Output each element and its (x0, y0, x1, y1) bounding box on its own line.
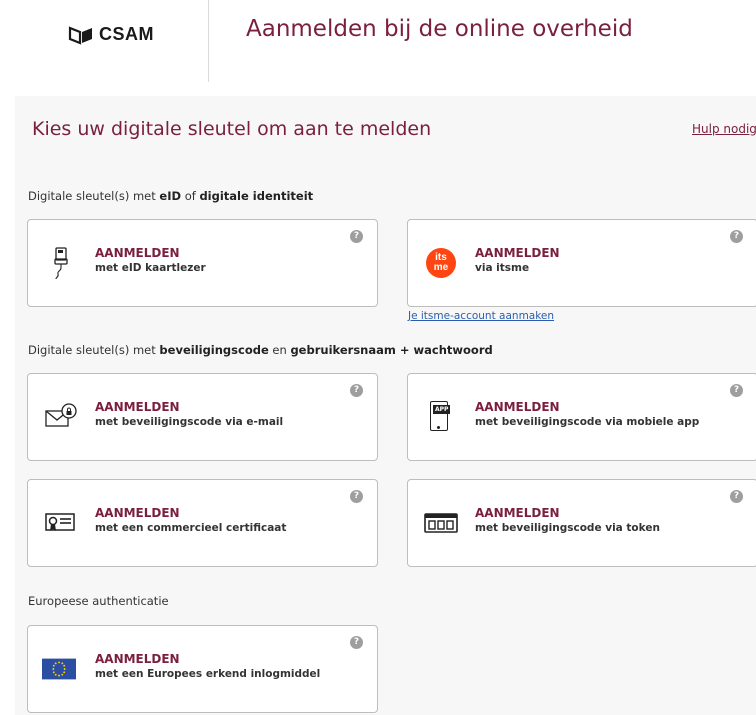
card-subtitle: met eID kaartlezer (95, 262, 206, 274)
app-badge: APP (433, 405, 451, 414)
header-divider (208, 0, 209, 82)
login-card-token[interactable]: AANMELDEN met beveiligingscode via token… (407, 479, 756, 567)
site-header: CSAM Aanmelden bij de online overheid (0, 0, 756, 82)
section-label-european: Europeese authenticatie (28, 594, 169, 608)
card-subtitle: met beveiligingscode via token (475, 522, 660, 534)
card-title: AANMELDEN (95, 400, 180, 414)
itsme-logo-line2: me (433, 262, 449, 273)
csam-logo-icon (68, 25, 92, 45)
login-panel: Kies uw digitale sleutel om aan te melde… (15, 96, 756, 715)
itsme-logo-icon: its me (424, 246, 458, 280)
card-subtitle: via itsme (475, 262, 530, 274)
logo-text: CSAM (99, 24, 154, 44)
card-title: AANMELDEN (95, 506, 180, 520)
login-card-itsme[interactable]: its me AANMELDEN via itsme ? (407, 219, 756, 307)
help-icon[interactable]: ? (350, 230, 363, 243)
card-title: AANMELDEN (475, 246, 560, 260)
help-icon[interactable]: ? (350, 384, 363, 397)
page-title: Kies uw digitale sleutel om aan te melde… (32, 118, 432, 140)
help-icon[interactable]: ? (350, 636, 363, 649)
eu-flag-icon (42, 652, 76, 686)
login-card-email[interactable]: AANMELDEN met beveiligingscode via e-mai… (27, 373, 378, 461)
card-title: AANMELDEN (475, 506, 560, 520)
token-icon (424, 506, 458, 540)
login-card-certificate[interactable]: AANMELDEN met een commercieel certificaa… (27, 479, 378, 567)
help-icon[interactable]: ? (730, 230, 743, 243)
help-icon[interactable]: ? (730, 384, 743, 397)
card-subtitle: met een commercieel certificaat (95, 522, 287, 534)
help-icon[interactable]: ? (730, 490, 743, 503)
section-label-eid: Digitale sleutel(s) met eID of digitale … (28, 189, 314, 203)
section-label-security-code: Digitale sleutel(s) met beveiligingscode… (28, 343, 493, 357)
card-title: AANMELDEN (95, 246, 180, 260)
certificate-icon (44, 506, 78, 540)
card-subtitle: met beveiligingscode via e-mail (95, 416, 284, 428)
envelope-lock-icon (44, 400, 78, 434)
login-card-european[interactable]: AANMELDEN met een Europees erkend inlogm… (27, 625, 378, 713)
help-link[interactable]: Hulp nodig? (692, 122, 756, 136)
mobile-app-icon: APP (424, 400, 458, 434)
page-header-title: Aanmelden bij de online overheid (246, 16, 633, 42)
itsme-account-link[interactable]: Je itsme-account aanmaken (408, 310, 554, 322)
card-subtitle: met een Europees erkend inlogmiddel (95, 668, 321, 680)
card-title: AANMELDEN (95, 652, 180, 666)
eid-card-reader-icon (44, 246, 78, 280)
login-card-eid-reader[interactable]: AANMELDEN met eID kaartlezer ? (27, 219, 378, 307)
csam-logo[interactable]: CSAM (68, 24, 154, 45)
login-card-mobile-app[interactable]: APP AANMELDEN met beveiligingscode via m… (407, 373, 756, 461)
card-subtitle: met beveiligingscode via mobiele app (475, 416, 700, 428)
help-icon[interactable]: ? (350, 490, 363, 503)
card-title: AANMELDEN (475, 400, 560, 414)
